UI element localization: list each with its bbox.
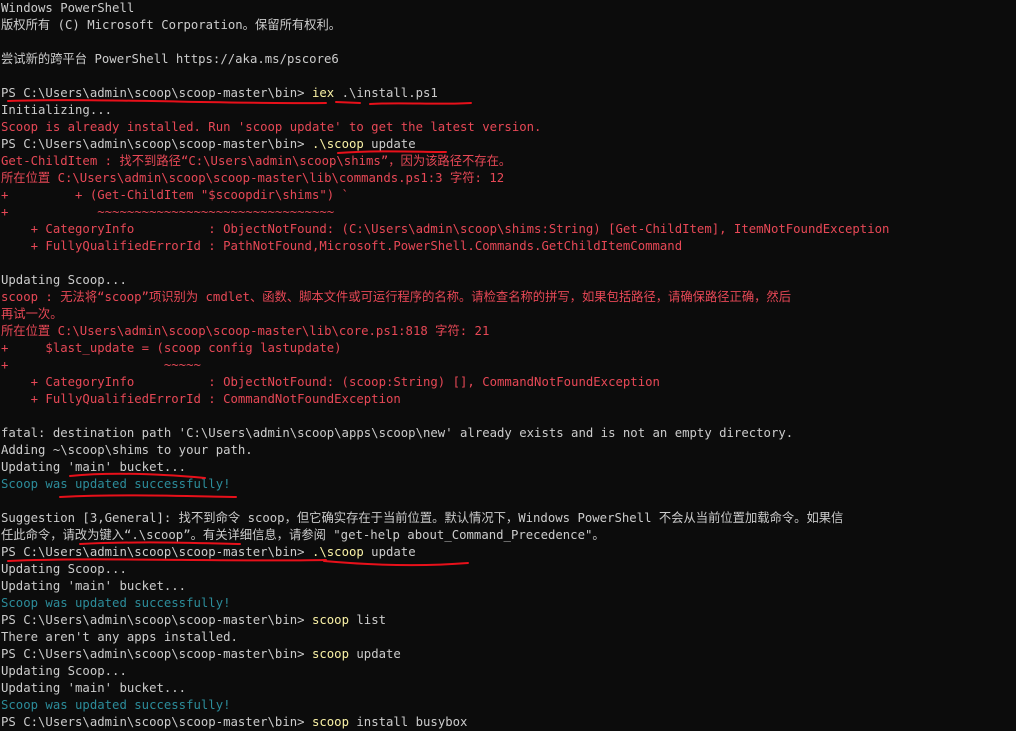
terminal-text-segment: scoop — [311, 647, 349, 661]
terminal-text-segment: scoop : 无法将“scoop”项识别为 cmdlet、函数、脚本文件或可运… — [1, 290, 792, 304]
terminal-output: Windows PowerShell 版权所有 (C) Microsoft Cor… — [1, 0, 1016, 731]
terminal-text-segment: update — [363, 545, 416, 559]
terminal-text-segment: Scoop was updated successfully! — [1, 477, 231, 491]
terminal-text-segment: install busybox — [348, 715, 468, 729]
terminal-line: Suggestion [3,General]: 找不到命令 scoop，但它确实… — [1, 510, 1016, 527]
terminal-line: There aren't any apps installed. — [1, 629, 1016, 646]
terminal-text-segment: + FullyQualifiedErrorId : CommandNotFoun… — [1, 392, 401, 406]
terminal-text-segment: Get-ChildItem : 找不到路径“C:\Users\admin\sco… — [1, 154, 512, 168]
terminal-line: Windows PowerShell — [1, 0, 1016, 17]
terminal-text-segment: .\install.ps1 — [334, 86, 438, 100]
terminal-line: Updating Scoop... — [1, 272, 1016, 289]
powershell-console[interactable]: Windows PowerShell 版权所有 (C) Microsoft Cor… — [0, 0, 1016, 731]
terminal-text-segment: Windows PowerShell — [1, 1, 135, 15]
terminal-text-segment: Scoop was updated successfully! — [1, 596, 231, 610]
terminal-text-segment: + ~~~~~ — [1, 358, 201, 372]
terminal-line: Updating Scoop... — [1, 663, 1016, 680]
terminal-line: PS C:\Users\admin\scoop\scoop-master\bin… — [1, 714, 1016, 731]
terminal-line: 所在位置 C:\Users\admin\scoop\scoop-master\l… — [1, 170, 1016, 187]
terminal-line: Scoop was updated successfully! — [1, 697, 1016, 714]
terminal-line: PS C:\Users\admin\scoop\scoop-master\bin… — [1, 136, 1016, 153]
terminal-text-segment: Scoop is already installed. Run 'scoop u… — [1, 120, 542, 134]
terminal-line: + FullyQualifiedErrorId : CommandNotFoun… — [1, 391, 1016, 408]
terminal-text-segment: PS C:\Users\admin\scoop\scoop-master\bin… — [1, 545, 312, 559]
terminal-text-segment: PS C:\Users\admin\scoop\scoop-master\bin… — [1, 86, 312, 100]
terminal-text-segment: + CategoryInfo : ObjectNotFound: (C:\Use… — [1, 222, 890, 236]
terminal-line: Updating 'main' bucket... — [1, 680, 1016, 697]
terminal-line: Initializing... — [1, 102, 1016, 119]
terminal-text-segment: PS C:\Users\admin\scoop\scoop-master\bin… — [1, 715, 312, 729]
terminal-line: Get-ChildItem : 找不到路径“C:\Users\admin\sco… — [1, 153, 1016, 170]
terminal-line: Adding ~\scoop\shims to your path. — [1, 442, 1016, 459]
terminal-line: PS C:\Users\admin\scoop\scoop-master\bin… — [1, 544, 1016, 561]
terminal-text-segment: Updating Scoop... — [1, 562, 127, 576]
terminal-text-segment: Updating Scoop... — [1, 273, 127, 287]
terminal-text-segment: 尝试新的跨平台 PowerShell https://aka.ms/pscore… — [1, 52, 339, 66]
terminal-text-segment: update — [363, 137, 416, 151]
terminal-line: 再试一次。 — [1, 306, 1016, 323]
terminal-line: + + (Get-ChildItem "$scoopdir\shims") ` — [1, 187, 1016, 204]
terminal-text-segment: .\scoop — [311, 545, 364, 559]
terminal-line: fatal: destination path 'C:\Users\admin\… — [1, 425, 1016, 442]
terminal-line: + CategoryInfo : ObjectNotFound: (scoop:… — [1, 374, 1016, 391]
terminal-line: PS C:\Users\admin\scoop\scoop-master\bin… — [1, 612, 1016, 629]
terminal-text-segment: + ~~~~~~~~~~~~~~~~~~~~~~~~~~~~~~~~ — [1, 205, 335, 219]
terminal-text-segment: PS C:\Users\admin\scoop\scoop-master\bin… — [1, 647, 312, 661]
terminal-line: + FullyQualifiedErrorId : PathNotFound,M… — [1, 238, 1016, 255]
terminal-text-segment: Initializing... — [1, 103, 113, 117]
terminal-text-segment: Updating 'main' bucket... — [1, 460, 187, 474]
terminal-line: Updating Scoop... — [1, 561, 1016, 578]
terminal-line: + $last_update = (scoop config lastupdat… — [1, 340, 1016, 357]
terminal-line: + ~~~~~~~~~~~~~~~~~~~~~~~~~~~~~~~~ — [1, 204, 1016, 221]
terminal-text-segment: PS C:\Users\admin\scoop\scoop-master\bin… — [1, 137, 312, 151]
terminal-text-segment: scoop — [311, 613, 349, 627]
terminal-line: PS C:\Users\admin\scoop\scoop-master\bin… — [1, 85, 1016, 102]
terminal-text-segment: + FullyQualifiedErrorId : PathNotFound,M… — [1, 239, 683, 253]
terminal-text-segment: 任此命令，请改为键入“.\scoop”。有关详细信息，请参阅 "get-help… — [1, 528, 605, 542]
terminal-line: Scoop was updated successfully! — [1, 476, 1016, 493]
terminal-text-segment: Scoop was updated successfully! — [1, 698, 231, 712]
terminal-line: 所在位置 C:\Users\admin\scoop\scoop-master\l… — [1, 323, 1016, 340]
terminal-text-segment: Adding ~\scoop\shims to your path. — [1, 443, 253, 457]
terminal-line: 版权所有 (C) Microsoft Corporation。保留所有权利。 — [1, 17, 1016, 34]
terminal-text-segment: 再试一次。 — [1, 307, 63, 321]
terminal-text-segment: + CategoryInfo : ObjectNotFound: (scoop:… — [1, 375, 660, 389]
terminal-line: Scoop was updated successfully! — [1, 595, 1016, 612]
terminal-text-segment: 所在位置 C:\Users\admin\scoop\scoop-master\l… — [1, 324, 490, 338]
terminal-text-segment: Updating 'main' bucket... — [1, 681, 187, 695]
terminal-line: Scoop is already installed. Run 'scoop u… — [1, 119, 1016, 136]
terminal-text-segment: scoop — [311, 715, 349, 729]
terminal-text-segment: + $last_update = (scoop config lastupdat… — [1, 341, 342, 355]
terminal-text-segment: 版权所有 (C) Microsoft Corporation。保留所有权利。 — [1, 18, 342, 32]
terminal-text-segment: update — [348, 647, 401, 661]
terminal-line: Updating 'main' bucket... — [1, 578, 1016, 595]
terminal-text-segment: Updating 'main' bucket... — [1, 579, 187, 593]
terminal-line: PS C:\Users\admin\scoop\scoop-master\bin… — [1, 646, 1016, 663]
terminal-text-segment: fatal: destination path 'C:\Users\admin\… — [1, 426, 794, 440]
terminal-text-segment: PS C:\Users\admin\scoop\scoop-master\bin… — [1, 613, 312, 627]
terminal-line: 任此命令，请改为键入“.\scoop”。有关详细信息，请参阅 "get-help… — [1, 527, 1016, 544]
terminal-line: scoop : 无法将“scoop”项识别为 cmdlet、函数、脚本文件或可运… — [1, 289, 1016, 306]
terminal-text-segment: .\scoop — [311, 137, 364, 151]
terminal-text-segment: Updating Scoop... — [1, 664, 127, 678]
terminal-text-segment: 所在位置 C:\Users\admin\scoop\scoop-master\l… — [1, 171, 505, 185]
terminal-line: + CategoryInfo : ObjectNotFound: (C:\Use… — [1, 221, 1016, 238]
terminal-text-segment: list — [348, 613, 387, 627]
terminal-line: 尝试新的跨平台 PowerShell https://aka.ms/pscore… — [1, 51, 1016, 68]
terminal-text-segment: Suggestion [3,General]: 找不到命令 scoop，但它确实… — [1, 511, 844, 525]
terminal-text-segment: iex — [311, 86, 335, 100]
terminal-line: + ~~~~~ — [1, 357, 1016, 374]
terminal-text-segment: + + (Get-ChildItem "$scoopdir\shims") ` — [1, 188, 349, 202]
terminal-text-segment: There aren't any apps installed. — [1, 630, 238, 644]
terminal-line: Updating 'main' bucket... — [1, 459, 1016, 476]
